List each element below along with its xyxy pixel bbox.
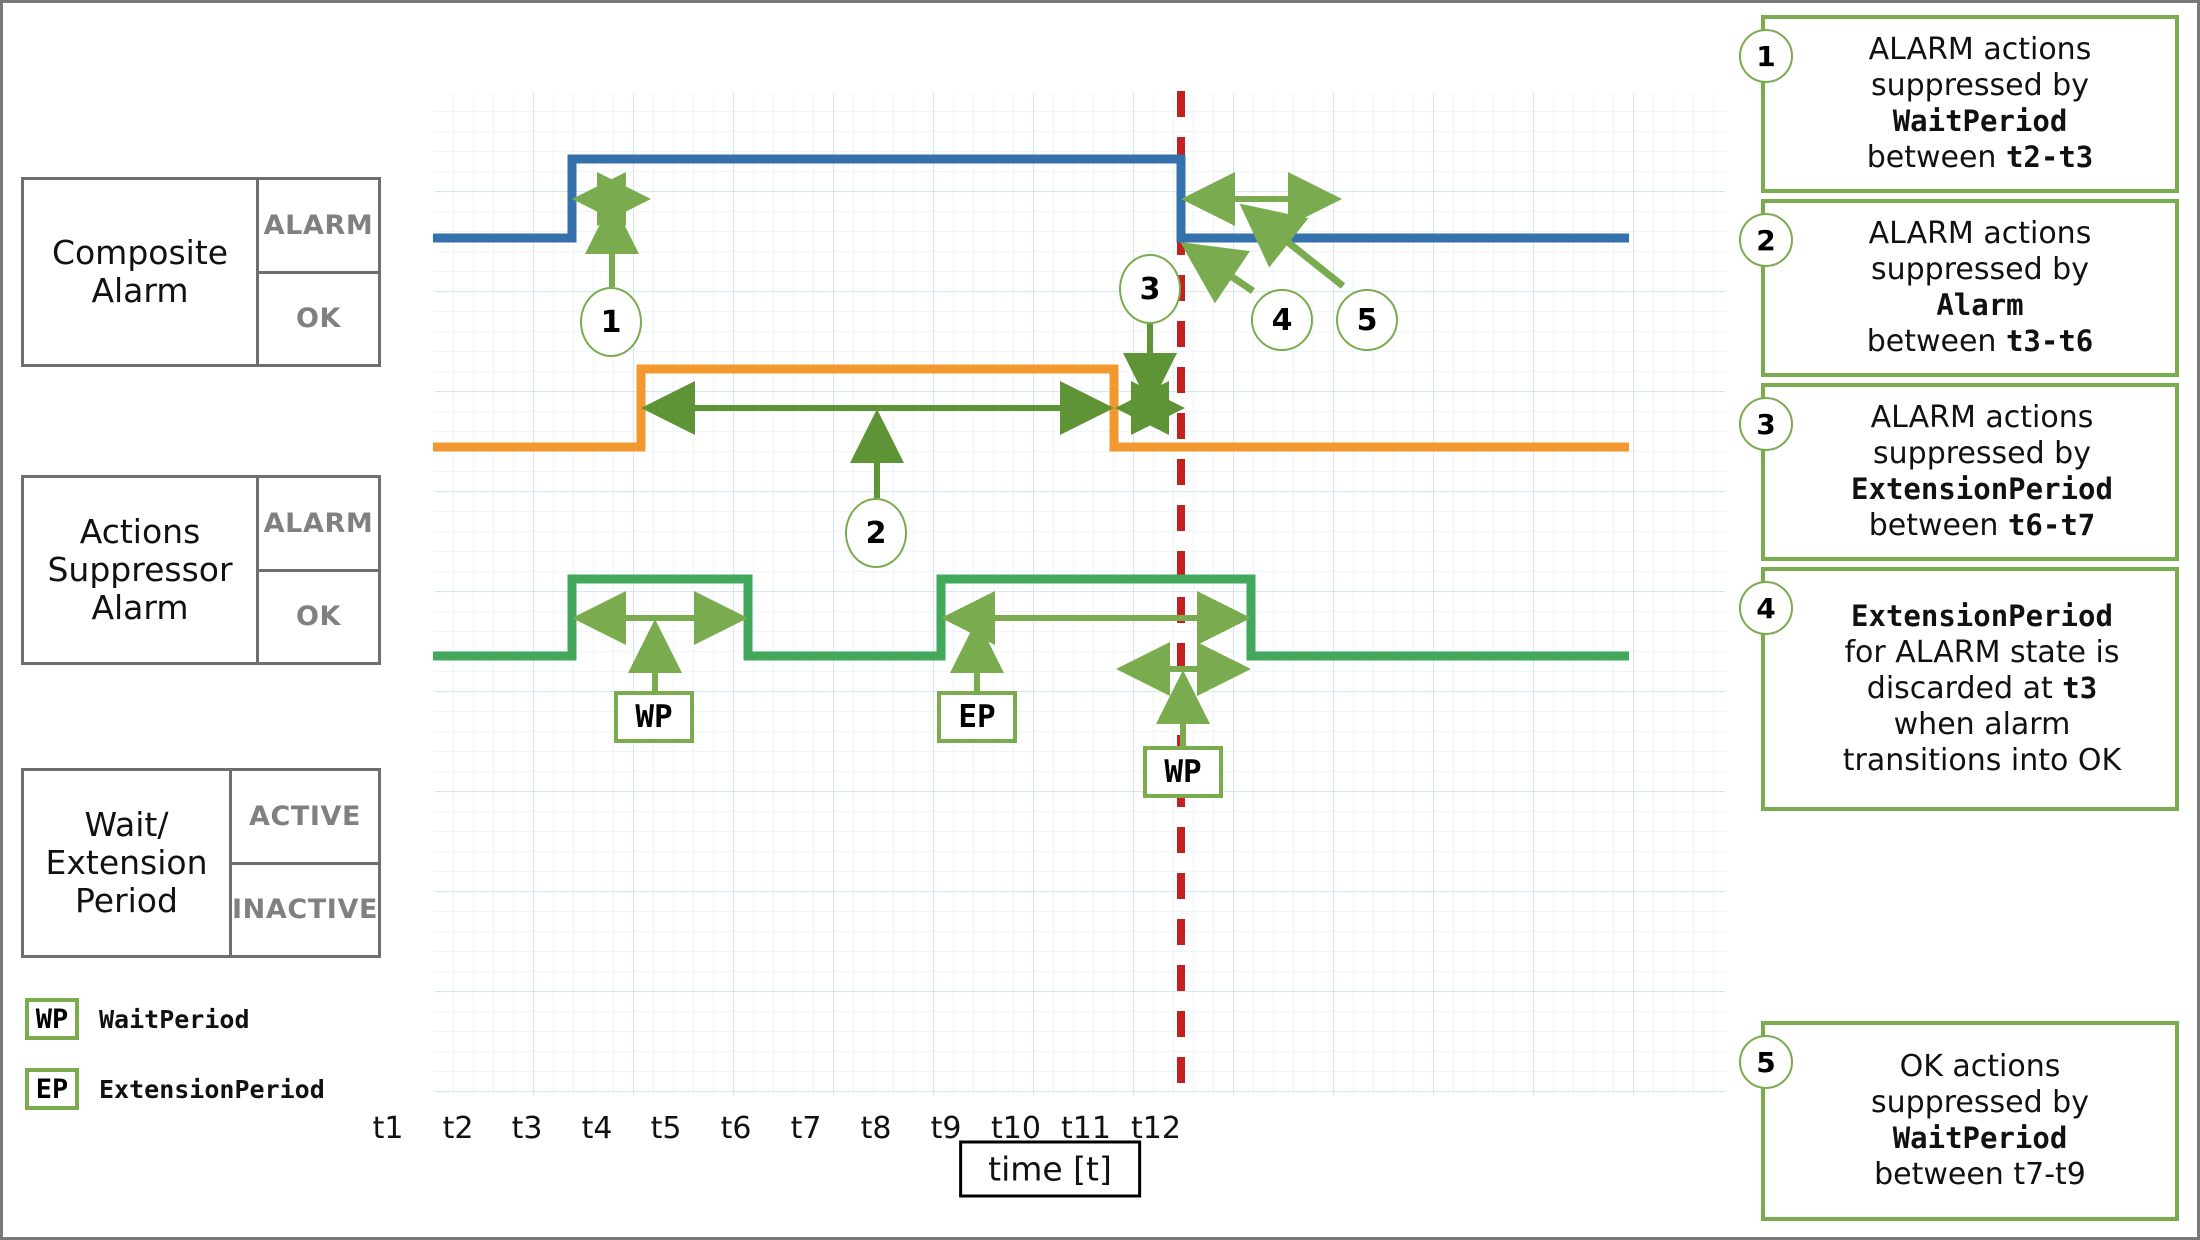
note-range: t3 (2062, 671, 2098, 705)
note-range: t3-t6 (2005, 324, 2094, 358)
state-values-composite-alarm: ALARM OK (256, 180, 378, 364)
note-line: discarded at (1866, 671, 2063, 706)
state-label-line: Actions (79, 512, 201, 552)
state-label-line: Period (75, 880, 178, 920)
note-line: suppressed by (1871, 252, 2089, 287)
tag-wp-2: WP (1143, 746, 1223, 798)
state-table-actions-suppressor-alarm: Actions Suppressor Alarm ALARM OK (21, 475, 381, 665)
note-line: OK actions (1899, 1049, 2061, 1084)
axis-caption-time: time [t] (959, 1140, 1141, 1198)
bubble-4: 4 (1251, 289, 1313, 351)
note-line: for ALARM state is (1844, 635, 2120, 670)
state-label-line: Alarm (91, 271, 189, 310)
bubble-2: 2 (845, 498, 907, 568)
note-line: suppressed by (1871, 68, 2089, 103)
chart-grid (435, 93, 1725, 1095)
state-table-label-composite-alarm: Composite Alarm (24, 180, 256, 364)
bubble-1: 1 (580, 287, 642, 357)
state-value-low: OK (259, 270, 378, 365)
note-2: 2 ALARM actions suppressed by Alarm betw… (1739, 199, 2179, 377)
note-line: ALARM actions (1870, 400, 2094, 435)
note-1: 1 ALARM actions suppressed by WaitPeriod… (1739, 15, 2179, 193)
legend-label-waitperiod: WaitPeriod (99, 1004, 250, 1034)
note-4: 4 ExtensionPeriod for ALARM state is dis… (1739, 567, 2179, 811)
note-line: between (1866, 324, 2006, 359)
note-keyword: WaitPeriod (1892, 104, 2068, 138)
note-badge-3: 3 (1739, 397, 1793, 451)
note-line: suppressed by (1871, 1085, 2089, 1120)
note-badge-1: 1 (1739, 29, 1793, 83)
state-table-label-actions-suppressor-alarm: Actions Suppressor Alarm (24, 478, 256, 662)
note-3: 3 ALARM actions suppressed by ExtensionP… (1739, 383, 2179, 561)
note-badge-5: 5 (1739, 1035, 1793, 1089)
note-text-2: ALARM actions suppressed by Alarm betwee… (1833, 212, 2108, 364)
note-badge-2: 2 (1739, 213, 1793, 267)
state-value-high: ALARM (263, 209, 374, 241)
state-label-line: Alarm (91, 587, 189, 627)
note-keyword: ExtensionPeriod (1851, 599, 2113, 633)
note-line: between (1868, 508, 2008, 543)
note-keyword: Alarm (1936, 288, 2024, 322)
note-text-3: ALARM actions suppressed by ExtensionPer… (1821, 396, 2119, 548)
note-line: between (1866, 140, 2006, 175)
state-value-low: OK (259, 568, 378, 663)
note-line: suppressed by (1873, 436, 2091, 471)
state-table-label-wait-extension-period: Wait/ Extension Period (24, 771, 229, 955)
state-table-composite-alarm: Composite Alarm ALARM OK (21, 177, 381, 367)
state-label-line: Suppressor (47, 550, 233, 590)
state-label-line: Extension (45, 843, 208, 883)
note-line: when alarm (1893, 707, 2071, 742)
state-label-line: Wait/ (84, 805, 169, 845)
state-value-high: ALARM (263, 507, 374, 539)
legend-label-extensionperiod: ExtensionPeriod (99, 1074, 325, 1104)
state-table-wait-extension-period: Wait/ Extension Period ACTIVE INACTIVE (21, 768, 381, 958)
note-line: between t7-t9 (1874, 1157, 2086, 1192)
note-line: ALARM actions (1868, 216, 2092, 251)
note-line: ALARM actions (1868, 32, 2092, 67)
note-text-4: ExtensionPeriod for ALARM state is disca… (1813, 595, 2127, 783)
state-value-high: ACTIVE (248, 800, 362, 832)
note-line: transitions into OK (1842, 743, 2122, 778)
note-keyword: WaitPeriod (1892, 1121, 2068, 1155)
note-text-1: ALARM actions suppressed by WaitPeriod b… (1833, 28, 2108, 180)
timing-chart: 1 2 3 4 5 WP EP WP (433, 91, 1725, 1101)
note-keyword: ExtensionPeriod (1851, 472, 2113, 506)
legend-item-waitperiod: WP WaitPeriod (25, 998, 250, 1040)
state-value-low: INACTIVE (232, 861, 378, 956)
note-5: 5 OK actions suppressed by WaitPeriod be… (1739, 1021, 2179, 1221)
note-range: t2-t3 (2005, 140, 2094, 174)
note-text-5: OK actions suppressed by WaitPeriod betw… (1837, 1045, 2103, 1197)
state-label-line: Composite (51, 233, 229, 273)
note-range: t6-t7 (2007, 508, 2096, 542)
tag-wp-1: WP (614, 691, 694, 743)
legend-item-extensionperiod: EP ExtensionPeriod (25, 1068, 325, 1110)
bubble-3: 3 (1119, 254, 1181, 324)
legend-chip-ep: EP (25, 1068, 79, 1110)
tag-ep-1: EP (937, 691, 1017, 743)
diagram-root: Composite Alarm ALARM OK Actions Suppres… (0, 0, 2200, 1240)
note-badge-4: 4 (1739, 581, 1793, 635)
state-values-actions-suppressor-alarm: ALARM OK (256, 478, 378, 662)
state-values-wait-extension-period: ACTIVE INACTIVE (229, 771, 378, 955)
legend-chip-wp: WP (25, 998, 79, 1040)
bubble-5: 5 (1336, 289, 1398, 351)
